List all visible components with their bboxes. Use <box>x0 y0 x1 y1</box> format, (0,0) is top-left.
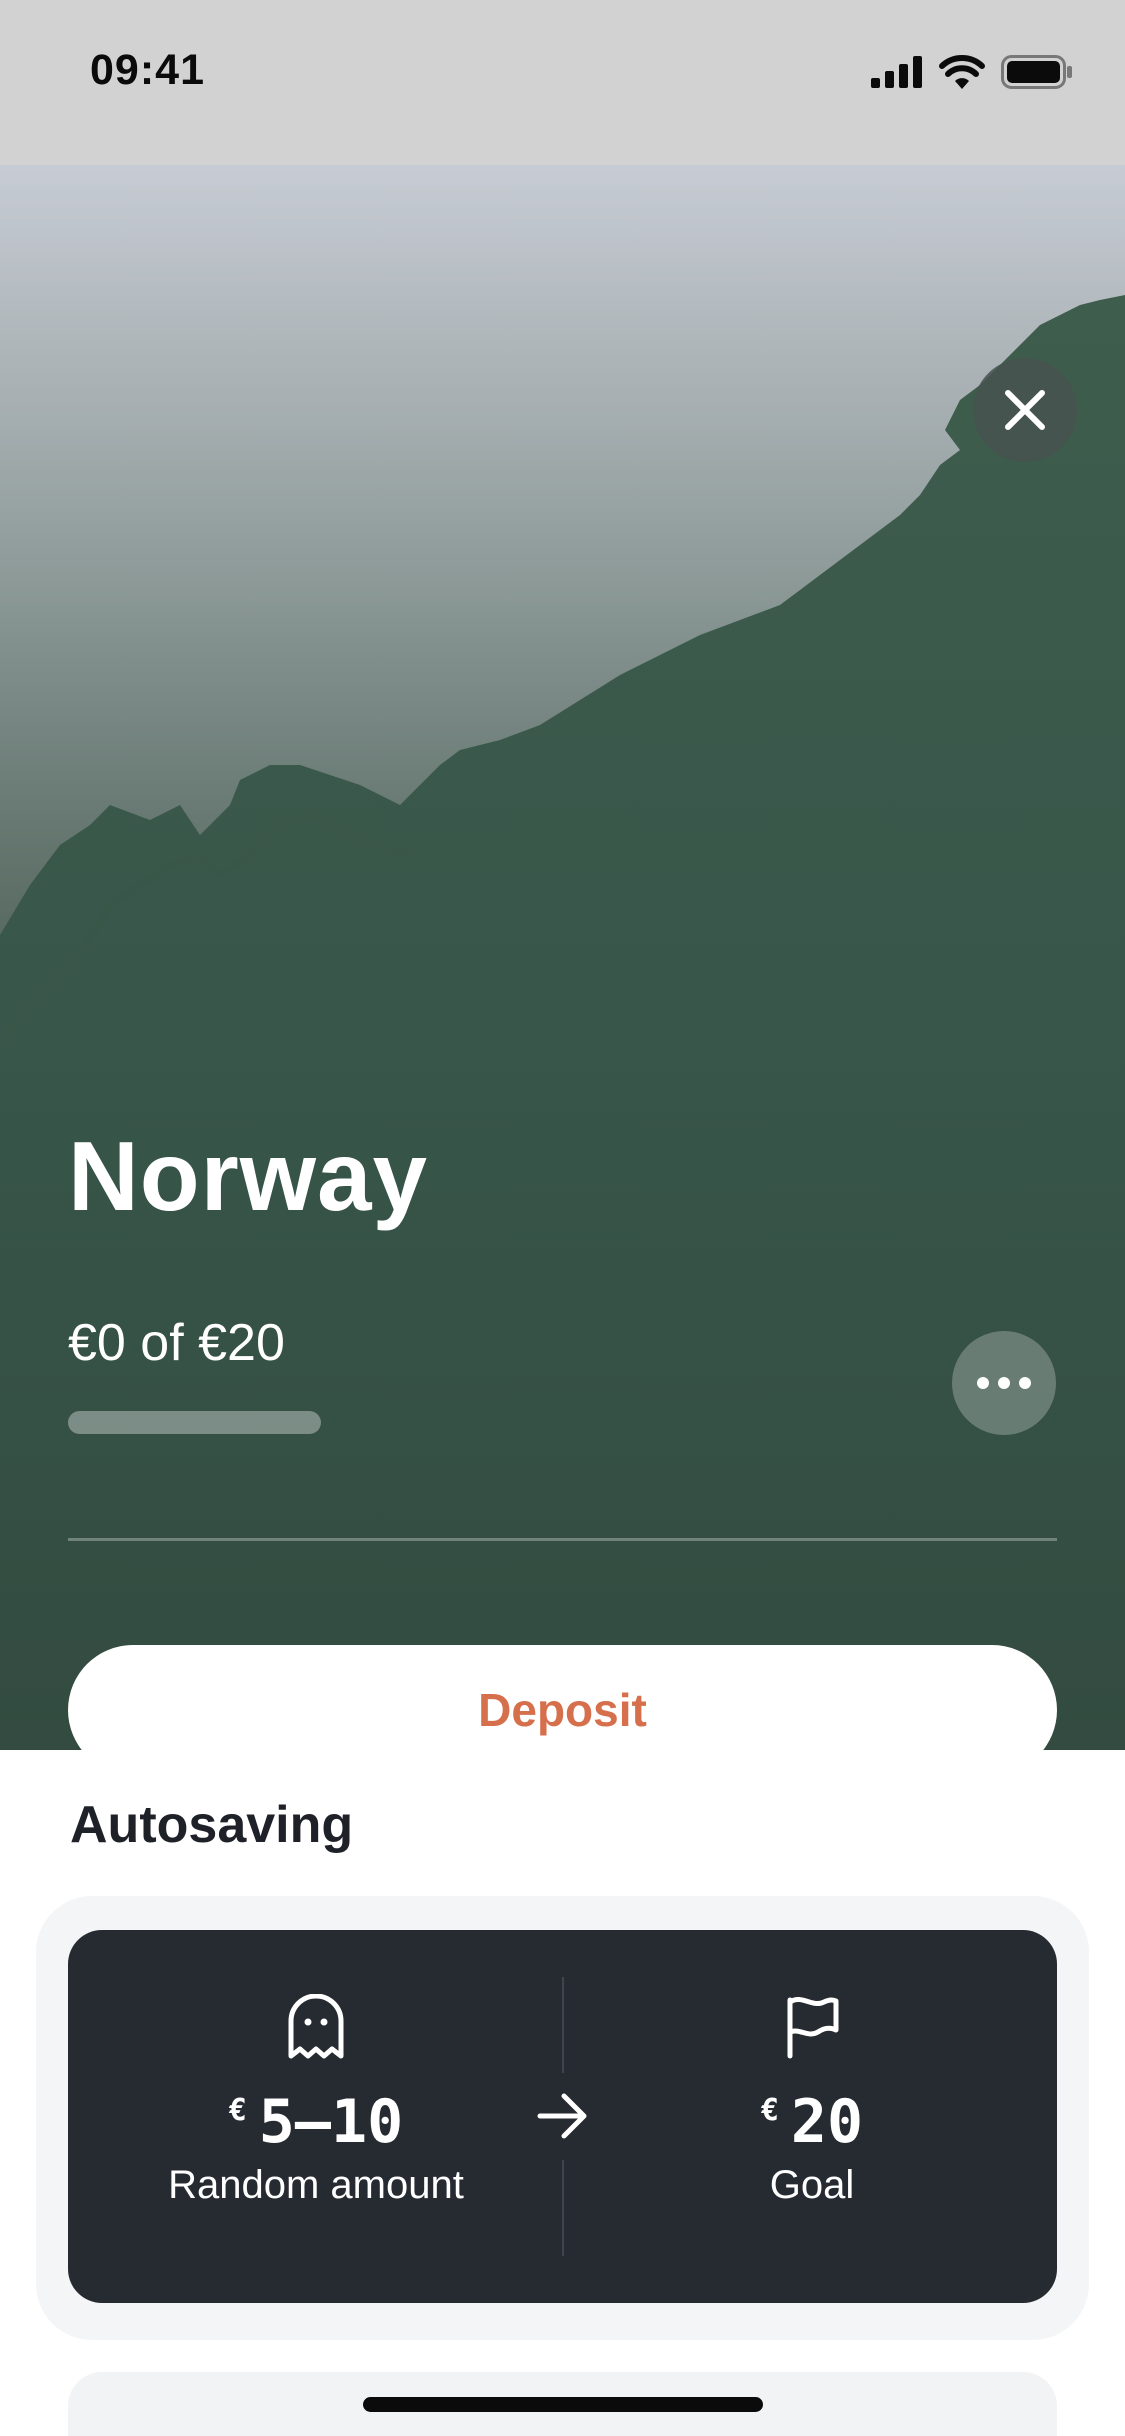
home-indicator <box>363 2397 763 2412</box>
hero-divider <box>68 1538 1057 1541</box>
currency-symbol: € <box>760 2093 779 2128</box>
goal-progress-bar <box>68 1411 321 1434</box>
more-horizontal-icon <box>977 1377 989 1389</box>
mountain-landscape-image <box>0 295 1125 1750</box>
goal-value: € 20 <box>761 2089 863 2155</box>
status-time: 09:41 <box>90 46 205 94</box>
ghost-icon <box>285 1993 347 2061</box>
flag-icon <box>781 1993 843 2061</box>
goal-amount: 20 <box>790 2087 864 2157</box>
goal-hero: Norway €0 of €20 Deposit <box>0 165 1125 1750</box>
goal-caption: Goal <box>769 2163 855 2207</box>
battery-icon <box>1001 55 1072 89</box>
random-amount-value: € 5–10 <box>229 2089 404 2155</box>
autosave-card[interactable]: € 5–10 Random amount € 20 Goal <box>68 1930 1057 2303</box>
more-dot <box>1019 1377 1031 1389</box>
cellular-signal-icon <box>871 56 922 88</box>
status-icons <box>871 52 1073 92</box>
random-amount-caption: Random amount <box>168 2163 464 2207</box>
wifi-icon <box>939 55 985 89</box>
goal-column: € 20 Goal <box>612 1993 1012 2208</box>
card-divider <box>562 1977 564 2073</box>
arrow-right-icon <box>537 2093 587 2139</box>
more-dot <box>998 1377 1010 1389</box>
goal-title: Norway <box>68 1121 429 1231</box>
more-options-button[interactable] <box>952 1331 1056 1435</box>
currency-symbol: € <box>228 2093 247 2128</box>
random-amount-column: € 5–10 Random amount <box>116 1993 516 2208</box>
goal-detail-screen: 09:41 Norway €0 of €20 Deposit Autosavin… <box>0 0 1125 2436</box>
close-button[interactable] <box>973 358 1077 462</box>
autosaving-title: Autosaving <box>70 1796 354 1854</box>
status-bar: 09:41 <box>0 0 1125 165</box>
deposit-button[interactable]: Deposit <box>68 1645 1057 1750</box>
card-divider <box>562 2160 564 2256</box>
amount-range: 5–10 <box>258 2087 404 2157</box>
close-icon <box>1005 390 1045 430</box>
goal-progress-text: €0 of €20 <box>68 1314 285 1372</box>
